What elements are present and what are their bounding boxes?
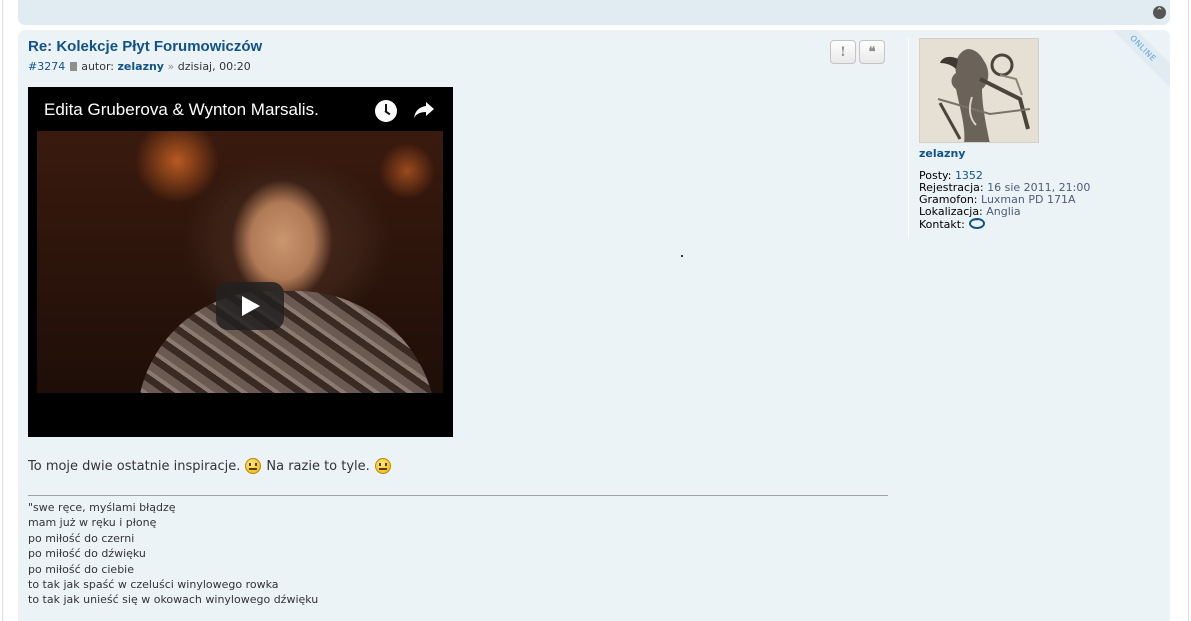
speech-bubble-icon[interactable]	[968, 215, 985, 229]
file-icon	[70, 62, 78, 71]
post-text-2: Na razie to tyle.	[266, 458, 370, 474]
signature-line: mam już w ręku i płonę	[28, 516, 157, 530]
signature-line: to tak jak unieść się w okowach winylowe…	[28, 593, 319, 607]
video-title[interactable]: Edita Gruberova & Wynton Marsalis.	[44, 100, 319, 120]
post-content: To moje dwie ostatnie inspiracje. Na raz…	[28, 458, 396, 474]
clock-icon[interactable]	[375, 100, 397, 122]
play-icon[interactable]	[216, 282, 284, 330]
forum-post: Re: Kolekcje Płyt Forumowiczów #3274 auto…	[18, 30, 1170, 621]
smiley-icon	[374, 458, 391, 474]
stray-mark	[681, 255, 683, 257]
signature-line: po miłość do dźwięku	[28, 547, 146, 561]
report-button[interactable]: !	[830, 40, 856, 64]
signature-line: po miłość do ciebie	[28, 562, 134, 576]
post-buttons: ! ❝	[830, 40, 885, 64]
signature-line: po miłość do czerni	[28, 531, 135, 545]
post-text-1: To moje dwie ostatnie inspiracje.	[28, 458, 241, 474]
back-to-top-button[interactable]: ⌃	[1153, 6, 1166, 19]
youtube-embed[interactable]: Edita Gruberova & Wynton Marsalis.	[28, 87, 453, 437]
profile-location: Lokalizacja: Anglia	[919, 206, 1148, 218]
thumbnail-figure	[137, 291, 437, 393]
post-date: dzisiaj, 00:20	[177, 60, 251, 73]
video-thumbnail[interactable]	[37, 131, 443, 393]
post-number-link[interactable]: #3274	[28, 60, 65, 73]
avatar[interactable]	[919, 38, 1039, 143]
profile-contact: Kontakt:	[919, 215, 1148, 231]
post-meta: #3274 autor: zelazny » dzisiaj, 00:20	[28, 60, 251, 73]
author-prefix: autor:	[81, 60, 115, 73]
signature-line: to tak jak spaść w czeluści winylowego r…	[28, 578, 279, 592]
author-link[interactable]: zelazny	[118, 60, 164, 73]
signature: "swe ręce, myślami błądzę mam już w ręku…	[28, 495, 888, 608]
location-value: Anglia	[986, 205, 1021, 218]
profile-info: Posty: 1352 Rejestracja: 16 sie 2011, 21…	[919, 170, 1148, 231]
contact-label: Kontakt:	[919, 218, 965, 231]
post-profile: zelazny Posty: 1352 Rejestracja: 16 sie …	[908, 38, 1148, 238]
quote-button[interactable]: ❝	[859, 40, 885, 64]
meta-separator: »	[167, 60, 175, 73]
post-title-link[interactable]: Re: Kolekcje Płyt Forumowiczów	[28, 38, 262, 55]
profile-username-link[interactable]: zelazny	[919, 147, 1148, 160]
share-icon[interactable]	[412, 99, 436, 121]
smiley-icon	[245, 458, 262, 474]
chevron-up-icon: ⌃	[1155, 7, 1164, 17]
signature-line: "swe ręce, myślami błądzę	[28, 501, 176, 514]
previous-post-footer: ⌃	[18, 0, 1170, 25]
